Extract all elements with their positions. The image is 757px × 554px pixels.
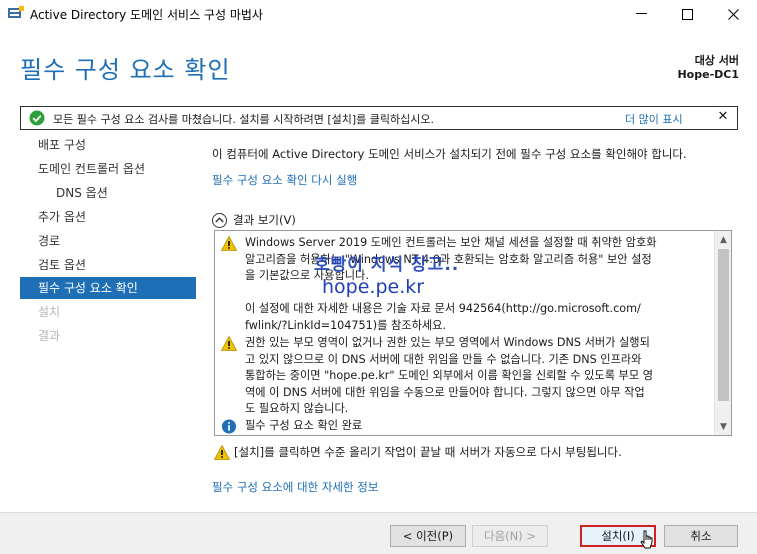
warning-icon <box>221 336 237 351</box>
info-icon <box>221 419 237 434</box>
maximize-button[interactable] <box>664 0 710 28</box>
view-results-label: 결과 보기(V) <box>233 213 296 227</box>
nav-item-installation: 설치 <box>38 305 61 319</box>
result-line: 이 설정에 대한 자세한 내용은 기술 자료 문서 942564(http://… <box>245 302 641 315</box>
result-line: 고 있지 않으므로 이 DNS 서버에 대한 위임을 만들 수 없습니다. 기존… <box>245 352 642 366</box>
results-scrollbar[interactable]: ▲ ▼ <box>714 231 731 435</box>
reboot-note-text: [설치]를 클릭하면 수준 올리기 작업이 끝날 때 서버가 자동으로 다시 부… <box>234 445 622 459</box>
nav-item-deployment-config[interactable]: 배포 구성 <box>20 134 196 156</box>
nav-item-dns-options[interactable]: DNS 옵션 <box>20 182 196 204</box>
warning-icon <box>214 444 230 460</box>
nav-item-prereq-check[interactable]: 필수 구성 요소 확인 <box>20 277 196 299</box>
rerun-prereq-link[interactable]: 필수 구성 요소 확인 다시 실행 <box>212 172 357 188</box>
minimize-icon <box>635 13 647 14</box>
result-line: 도 필요하지 않습니다. <box>245 402 349 415</box>
nav-item-results: 결과 <box>38 329 61 343</box>
maximize-icon <box>681 8 693 20</box>
target-server-label: 대상 서버 <box>694 54 739 67</box>
reboot-note: [설치]를 클릭하면 수준 올리기 작업이 끝날 때 서버가 자동으로 다시 부… <box>214 444 622 460</box>
target-server-name: Hope-DC1 <box>677 68 739 81</box>
title-bar: Active Directory 도메인 서비스 구성 마법사 <box>0 0 757 28</box>
scroll-thumb[interactable] <box>718 249 729 401</box>
cancel-button[interactable]: 취소 <box>664 525 738 547</box>
nav-item-paths[interactable]: 경로 <box>20 230 196 252</box>
server-manager-icon <box>8 6 24 18</box>
notification-close-button[interactable]: ✕ <box>715 109 731 127</box>
mouse-cursor-icon <box>640 530 653 549</box>
notification-text: 모든 필수 구성 요소 검사를 마쳤습니다. 설치를 시작하려면 [설치]를 클… <box>53 113 435 126</box>
page-title: 필수 구성 요소 확인 <box>20 56 231 84</box>
nav-item-additional-options[interactable]: 추가 옵션 <box>20 206 196 228</box>
chevron-up-icon <box>215 217 224 223</box>
minimize-button[interactable] <box>618 0 664 28</box>
nav-item-review-options[interactable]: 검토 옵션 <box>20 254 196 276</box>
scroll-down-arrow[interactable]: ▼ <box>715 418 731 435</box>
results-list[interactable]: Windows Server 2019 도메인 컨트롤러는 보안 채널 세션을 … <box>214 230 732 436</box>
description-text: 이 컴퓨터에 Active Directory 도메인 서비스가 설치되기 전에… <box>212 147 687 161</box>
result-line: 역에 이 DNS 서버에 대한 위임을 수동으로 만들어야 합니다. 그렇지 않… <box>245 385 645 399</box>
check-circle-icon <box>29 110 45 126</box>
result-line: 알고리즘을 허용하는 "Windows NT 4.0과 호환되는 암호화 알고리… <box>245 252 652 266</box>
nav-item-dc-options[interactable]: 도메인 컨트롤러 옵션 <box>20 158 196 180</box>
show-more-link[interactable]: 더 많이 표시 <box>625 111 683 127</box>
view-results-toggle[interactable]: 결과 보기(V) <box>212 212 296 228</box>
result-complete-text: 필수 구성 요소 확인 완료 <box>245 419 363 432</box>
result-line: fwlink/?LinkId=104751)를 참조하세요. <box>245 318 447 332</box>
result-line: 을 기본값으로 사용합니다. <box>245 269 369 282</box>
window-title: Active Directory 도메인 서비스 구성 마법사 <box>30 8 263 22</box>
warning-icon <box>221 236 237 251</box>
prereq-more-info-link[interactable]: 필수 구성 요소에 대한 자세한 정보 <box>212 479 378 495</box>
scroll-up-arrow[interactable]: ▲ <box>715 231 731 248</box>
close-button[interactable] <box>710 0 756 28</box>
next-button: 다음(N) > <box>472 525 548 547</box>
close-icon <box>727 8 739 20</box>
result-line: 통합하는 중이면 "hope.pe.kr" 도메인 외부에서 이름 확인을 신뢰… <box>245 369 653 382</box>
result-line: Windows Server 2019 도메인 컨트롤러는 보안 채널 세션을 … <box>245 236 657 249</box>
previous-button[interactable]: < 이전(P) <box>390 525 466 547</box>
notification-bar: 모든 필수 구성 요소 검사를 마쳤습니다. 설치를 시작하려면 [설치]를 클… <box>20 106 738 130</box>
result-line: 권한 있는 부모 영역이 없거나 권한 있는 부모 영역에서 Windows D… <box>245 336 650 349</box>
